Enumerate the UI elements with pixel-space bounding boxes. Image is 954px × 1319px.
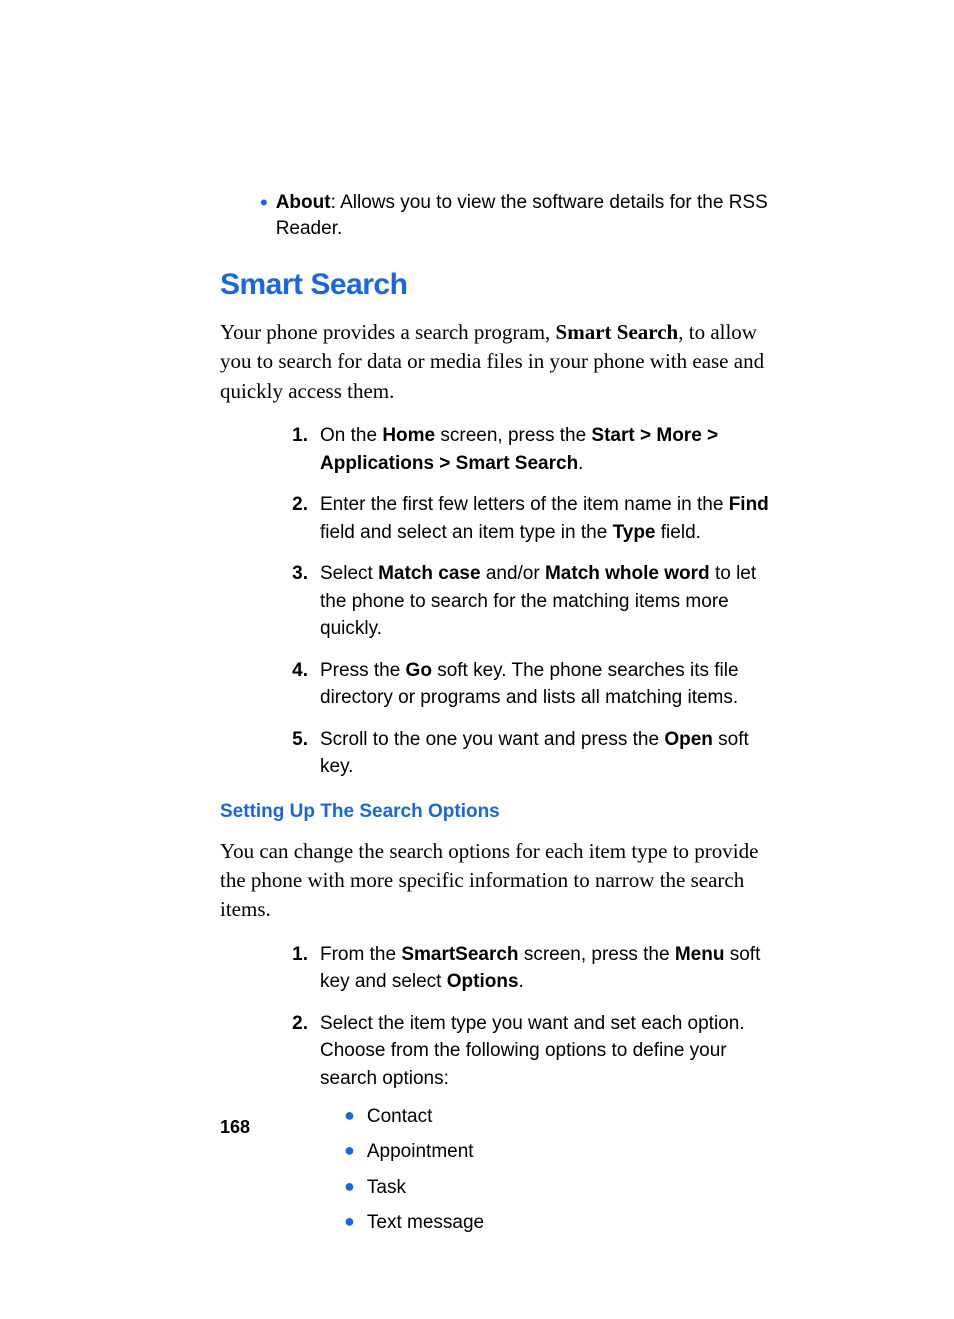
list-item: ● Text message (344, 1209, 774, 1237)
list-item: ● Contact (344, 1103, 774, 1131)
step-text: Scroll to the one you want and press the… (320, 726, 774, 781)
steps-list-2: 1. From the SmartSearch screen, press th… (220, 941, 774, 1245)
step-text: Press the Go soft key. The phone searche… (320, 657, 774, 712)
step-text: From the SmartSearch screen, press the M… (320, 941, 774, 996)
about-text: About: Allows you to view the software d… (276, 190, 774, 241)
step-2: 2. Select the item type you want and set… (290, 1010, 774, 1245)
intro-bold: Smart Search (556, 320, 679, 344)
step-3: 3. Select Match case and/or Match whole … (290, 560, 774, 643)
page-number: 168 (220, 1115, 250, 1139)
step-text: Select Match case and/or Match whole wor… (320, 560, 774, 643)
document-page: • About: Allows you to view the software… (0, 0, 954, 1319)
step-number: 1. (290, 941, 308, 969)
bullet-icon: • (260, 192, 268, 214)
bullet-icon: ● (344, 1177, 355, 1195)
subheading-search-options: Setting Up The Search Options (220, 799, 774, 825)
intro-text-1: Your phone provides a search program, (220, 320, 556, 344)
step-number: 1. (290, 422, 308, 450)
options-list: ● Contact ● Appointment ● Task ● Text messag… (320, 1103, 774, 1237)
step-1: 1. On the Home screen, press the Start >… (290, 422, 774, 477)
step-1: 1. From the SmartSearch screen, press th… (290, 941, 774, 996)
paragraph-search-options: You can change the search options for ea… (220, 837, 774, 925)
step-text: Enter the first few letters of the item … (320, 491, 774, 546)
step-5: 5. Scroll to the one you want and press … (290, 726, 774, 781)
about-desc: : Allows you to view the software detail… (276, 192, 768, 239)
step-text: On the Home screen, press the Start > Mo… (320, 422, 774, 477)
step-number: 3. (290, 560, 308, 588)
option-label: Contact (367, 1103, 432, 1131)
step-number: 2. (290, 491, 308, 519)
option-label: Appointment (367, 1138, 474, 1166)
step-4: 4. Press the Go soft key. The phone sear… (290, 657, 774, 712)
step-text: Select the item type you want and set ea… (320, 1010, 774, 1245)
step-number: 2. (290, 1010, 308, 1038)
bullet-icon: ● (344, 1106, 355, 1124)
step-number: 4. (290, 657, 308, 685)
bullet-icon: ● (344, 1141, 355, 1159)
about-label: About (276, 192, 331, 213)
intro-paragraph: Your phone provides a search program, Sm… (220, 318, 774, 406)
step-number: 5. (290, 726, 308, 754)
option-label: Text message (367, 1209, 484, 1237)
steps-list-1: 1. On the Home screen, press the Start >… (220, 422, 774, 781)
list-item: ● Task (344, 1174, 774, 1202)
list-item: ● Appointment (344, 1138, 774, 1166)
option-label: Task (367, 1174, 406, 1202)
about-bullet: • About: Allows you to view the software… (220, 190, 774, 241)
section-heading-smart-search: Smart Search (220, 265, 774, 306)
step-2: 2. Enter the first few letters of the it… (290, 491, 774, 546)
bullet-icon: ● (344, 1212, 355, 1230)
